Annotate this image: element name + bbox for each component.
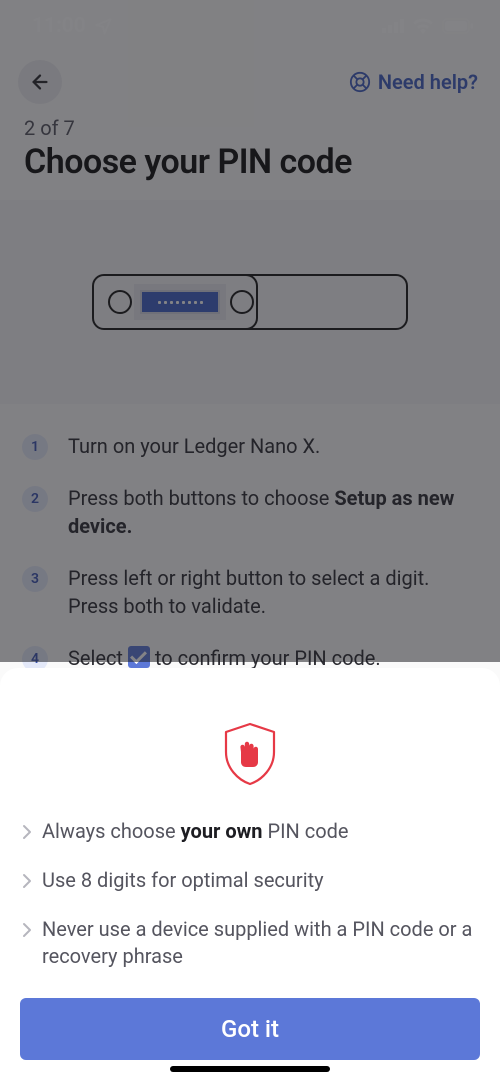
tips-list: Always choose your own PIN code Use 8 di… [20,818,480,970]
tip-item: Always choose your own PIN code [22,818,478,847]
chevron-right-icon [22,918,32,945]
help-link[interactable]: Need help? [349,70,478,94]
step-text: Turn on your Ledger Nano X. [68,432,320,460]
battery-icon [442,18,474,34]
tips-sheet: Always choose your own PIN code Use 8 di… [0,668,500,1082]
chevron-right-icon [22,820,32,847]
lifebuoy-icon [349,71,371,93]
tip-text: Always choose your own PIN code [42,818,349,845]
step-number-badge: 1 [22,434,48,460]
tip-text: Never use a device supplied with a PIN c… [42,916,478,970]
tip-item: Never use a device supplied with a PIN c… [22,916,478,970]
arrow-left-icon [29,71,51,93]
tip-item: Use 8 digits for optimal security [22,867,478,896]
instruction-item: 1 Turn on your Ledger Nano X. [22,432,478,460]
page-title: Choose your PIN code [24,142,476,182]
step-counter: 2 of 7 [24,116,476,140]
got-it-label: Got it [221,1015,279,1043]
cellular-icon [382,19,404,33]
location-icon [94,17,112,35]
got-it-button[interactable]: Got it [20,998,480,1060]
status-bar: 11:00 [0,0,500,46]
step-text: Press both buttons to choose Setup as ne… [68,484,478,540]
wifi-icon [412,18,434,34]
device-illustration [0,200,500,404]
help-label: Need help? [378,70,478,94]
status-time: 11:00 [32,14,86,38]
step-header: 2 of 7 Choose your PIN code [0,112,500,200]
tip-text: Use 8 digits for optimal security [42,867,324,894]
shield-hand-icon [222,722,278,786]
step-text: Press left or right button to select a d… [68,564,478,620]
step-number-badge: 3 [22,566,48,592]
instruction-item: 2 Press both buttons to choose Setup as … [22,484,478,540]
instruction-item: 3 Press left or right button to select a… [22,564,478,620]
home-indicator [170,1066,330,1072]
header: Need help? [0,46,500,112]
checkmark-icon [128,646,150,668]
chevron-right-icon [22,869,32,896]
back-button[interactable] [18,60,62,104]
step-number-badge: 2 [22,486,48,512]
instruction-list: 1 Turn on your Ledger Nano X. 2 Press bo… [0,404,500,700]
